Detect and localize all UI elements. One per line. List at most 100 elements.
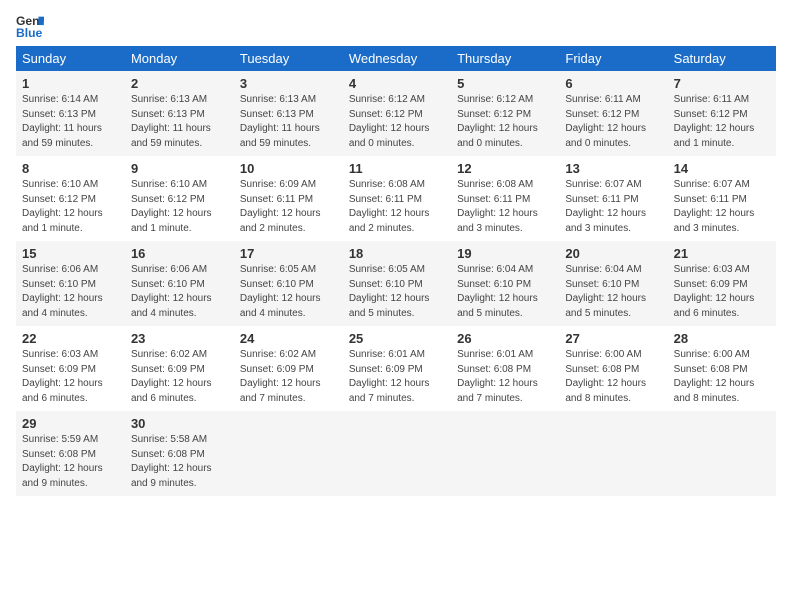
day-info: Sunrise: 6:00 AMSunset: 6:08 PMDaylight:… xyxy=(674,348,770,406)
day-info: Sunrise: 6:13 AMSunset: 6:13 PMDaylight:… xyxy=(131,93,228,151)
day-info: Sunrise: 6:07 AMSunset: 6:11 PMDaylight:… xyxy=(565,178,661,236)
day-number: 13 xyxy=(565,161,661,176)
day-number: 14 xyxy=(674,161,770,176)
day-info: Sunrise: 6:08 AMSunset: 6:11 PMDaylight:… xyxy=(457,178,553,236)
day-number: 24 xyxy=(240,331,337,346)
day-cell: 28 Sunrise: 6:00 AMSunset: 6:08 PMDaylig… xyxy=(668,326,776,411)
col-header-tuesday: Tuesday xyxy=(234,46,343,71)
day-cell xyxy=(451,411,559,496)
day-info: Sunrise: 6:01 AMSunset: 6:09 PMDaylight:… xyxy=(349,348,445,406)
day-cell: 13 Sunrise: 6:07 AMSunset: 6:11 PMDaylig… xyxy=(559,156,667,241)
day-cell: 20 Sunrise: 6:04 AMSunset: 6:10 PMDaylig… xyxy=(559,241,667,326)
day-number: 15 xyxy=(22,246,119,261)
header: General Blue xyxy=(16,12,776,40)
logo: General Blue xyxy=(16,12,44,40)
day-cell xyxy=(668,411,776,496)
col-header-sunday: Sunday xyxy=(16,46,125,71)
day-cell: 25 Sunrise: 6:01 AMSunset: 6:09 PMDaylig… xyxy=(343,326,451,411)
day-info: Sunrise: 6:00 AMSunset: 6:08 PMDaylight:… xyxy=(565,348,661,406)
day-info: Sunrise: 6:09 AMSunset: 6:11 PMDaylight:… xyxy=(240,178,337,236)
week-row-4: 22 Sunrise: 6:03 AMSunset: 6:09 PMDaylig… xyxy=(16,326,776,411)
day-number: 25 xyxy=(349,331,445,346)
day-number: 7 xyxy=(674,76,770,91)
calendar-table: SundayMondayTuesdayWednesdayThursdayFrid… xyxy=(16,46,776,496)
day-info: Sunrise: 5:59 AMSunset: 6:08 PMDaylight:… xyxy=(22,433,119,491)
day-number: 19 xyxy=(457,246,553,261)
day-info: Sunrise: 6:14 AMSunset: 6:13 PMDaylight:… xyxy=(22,93,119,151)
day-number: 28 xyxy=(674,331,770,346)
day-number: 1 xyxy=(22,76,119,91)
header-row: SundayMondayTuesdayWednesdayThursdayFrid… xyxy=(16,46,776,71)
week-row-3: 15 Sunrise: 6:06 AMSunset: 6:10 PMDaylig… xyxy=(16,241,776,326)
day-number: 10 xyxy=(240,161,337,176)
day-number: 17 xyxy=(240,246,337,261)
day-info: Sunrise: 6:05 AMSunset: 6:10 PMDaylight:… xyxy=(240,263,337,321)
col-header-thursday: Thursday xyxy=(451,46,559,71)
day-number: 9 xyxy=(131,161,228,176)
day-number: 2 xyxy=(131,76,228,91)
day-info: Sunrise: 6:05 AMSunset: 6:10 PMDaylight:… xyxy=(349,263,445,321)
day-number: 3 xyxy=(240,76,337,91)
day-info: Sunrise: 6:13 AMSunset: 6:13 PMDaylight:… xyxy=(240,93,337,151)
day-cell: 3 Sunrise: 6:13 AMSunset: 6:13 PMDayligh… xyxy=(234,71,343,156)
day-cell: 5 Sunrise: 6:12 AMSunset: 6:12 PMDayligh… xyxy=(451,71,559,156)
day-info: Sunrise: 6:12 AMSunset: 6:12 PMDaylight:… xyxy=(457,93,553,151)
day-cell: 12 Sunrise: 6:08 AMSunset: 6:11 PMDaylig… xyxy=(451,156,559,241)
day-cell: 6 Sunrise: 6:11 AMSunset: 6:12 PMDayligh… xyxy=(559,71,667,156)
day-info: Sunrise: 6:04 AMSunset: 6:10 PMDaylight:… xyxy=(565,263,661,321)
day-cell: 14 Sunrise: 6:07 AMSunset: 6:11 PMDaylig… xyxy=(668,156,776,241)
col-header-friday: Friday xyxy=(559,46,667,71)
day-number: 8 xyxy=(22,161,119,176)
day-cell: 30 Sunrise: 5:58 AMSunset: 6:08 PMDaylig… xyxy=(125,411,234,496)
day-info: Sunrise: 6:01 AMSunset: 6:08 PMDaylight:… xyxy=(457,348,553,406)
day-cell: 29 Sunrise: 5:59 AMSunset: 6:08 PMDaylig… xyxy=(16,411,125,496)
day-number: 12 xyxy=(457,161,553,176)
day-number: 20 xyxy=(565,246,661,261)
day-info: Sunrise: 6:07 AMSunset: 6:11 PMDaylight:… xyxy=(674,178,770,236)
day-cell: 2 Sunrise: 6:13 AMSunset: 6:13 PMDayligh… xyxy=(125,71,234,156)
day-number: 30 xyxy=(131,416,228,431)
col-header-monday: Monday xyxy=(125,46,234,71)
day-info: Sunrise: 6:02 AMSunset: 6:09 PMDaylight:… xyxy=(131,348,228,406)
day-number: 18 xyxy=(349,246,445,261)
day-cell: 18 Sunrise: 6:05 AMSunset: 6:10 PMDaylig… xyxy=(343,241,451,326)
day-number: 23 xyxy=(131,331,228,346)
day-cell: 15 Sunrise: 6:06 AMSunset: 6:10 PMDaylig… xyxy=(16,241,125,326)
day-cell: 23 Sunrise: 6:02 AMSunset: 6:09 PMDaylig… xyxy=(125,326,234,411)
day-info: Sunrise: 6:11 AMSunset: 6:12 PMDaylight:… xyxy=(674,93,770,151)
day-info: Sunrise: 6:02 AMSunset: 6:09 PMDaylight:… xyxy=(240,348,337,406)
day-cell: 1 Sunrise: 6:14 AMSunset: 6:13 PMDayligh… xyxy=(16,71,125,156)
day-cell: 4 Sunrise: 6:12 AMSunset: 6:12 PMDayligh… xyxy=(343,71,451,156)
day-number: 21 xyxy=(674,246,770,261)
day-info: Sunrise: 6:08 AMSunset: 6:11 PMDaylight:… xyxy=(349,178,445,236)
day-number: 27 xyxy=(565,331,661,346)
day-number: 4 xyxy=(349,76,445,91)
page: General Blue SundayMondayTuesdayWednesda… xyxy=(0,0,792,508)
day-number: 5 xyxy=(457,76,553,91)
week-row-5: 29 Sunrise: 5:59 AMSunset: 6:08 PMDaylig… xyxy=(16,411,776,496)
day-number: 6 xyxy=(565,76,661,91)
day-info: Sunrise: 6:03 AMSunset: 6:09 PMDaylight:… xyxy=(674,263,770,321)
day-cell: 9 Sunrise: 6:10 AMSunset: 6:12 PMDayligh… xyxy=(125,156,234,241)
day-cell: 7 Sunrise: 6:11 AMSunset: 6:12 PMDayligh… xyxy=(668,71,776,156)
logo-icon: General Blue xyxy=(16,12,44,40)
day-cell: 17 Sunrise: 6:05 AMSunset: 6:10 PMDaylig… xyxy=(234,241,343,326)
col-header-wednesday: Wednesday xyxy=(343,46,451,71)
day-info: Sunrise: 6:10 AMSunset: 6:12 PMDaylight:… xyxy=(22,178,119,236)
day-info: Sunrise: 6:03 AMSunset: 6:09 PMDaylight:… xyxy=(22,348,119,406)
day-cell xyxy=(343,411,451,496)
week-row-1: 1 Sunrise: 6:14 AMSunset: 6:13 PMDayligh… xyxy=(16,71,776,156)
day-info: Sunrise: 5:58 AMSunset: 6:08 PMDaylight:… xyxy=(131,433,228,491)
day-info: Sunrise: 6:06 AMSunset: 6:10 PMDaylight:… xyxy=(131,263,228,321)
day-number: 26 xyxy=(457,331,553,346)
day-number: 16 xyxy=(131,246,228,261)
day-cell: 22 Sunrise: 6:03 AMSunset: 6:09 PMDaylig… xyxy=(16,326,125,411)
day-cell: 27 Sunrise: 6:00 AMSunset: 6:08 PMDaylig… xyxy=(559,326,667,411)
day-info: Sunrise: 6:12 AMSunset: 6:12 PMDaylight:… xyxy=(349,93,445,151)
day-info: Sunrise: 6:11 AMSunset: 6:12 PMDaylight:… xyxy=(565,93,661,151)
day-cell xyxy=(559,411,667,496)
day-cell: 24 Sunrise: 6:02 AMSunset: 6:09 PMDaylig… xyxy=(234,326,343,411)
day-cell xyxy=(234,411,343,496)
day-number: 11 xyxy=(349,161,445,176)
day-cell: 11 Sunrise: 6:08 AMSunset: 6:11 PMDaylig… xyxy=(343,156,451,241)
